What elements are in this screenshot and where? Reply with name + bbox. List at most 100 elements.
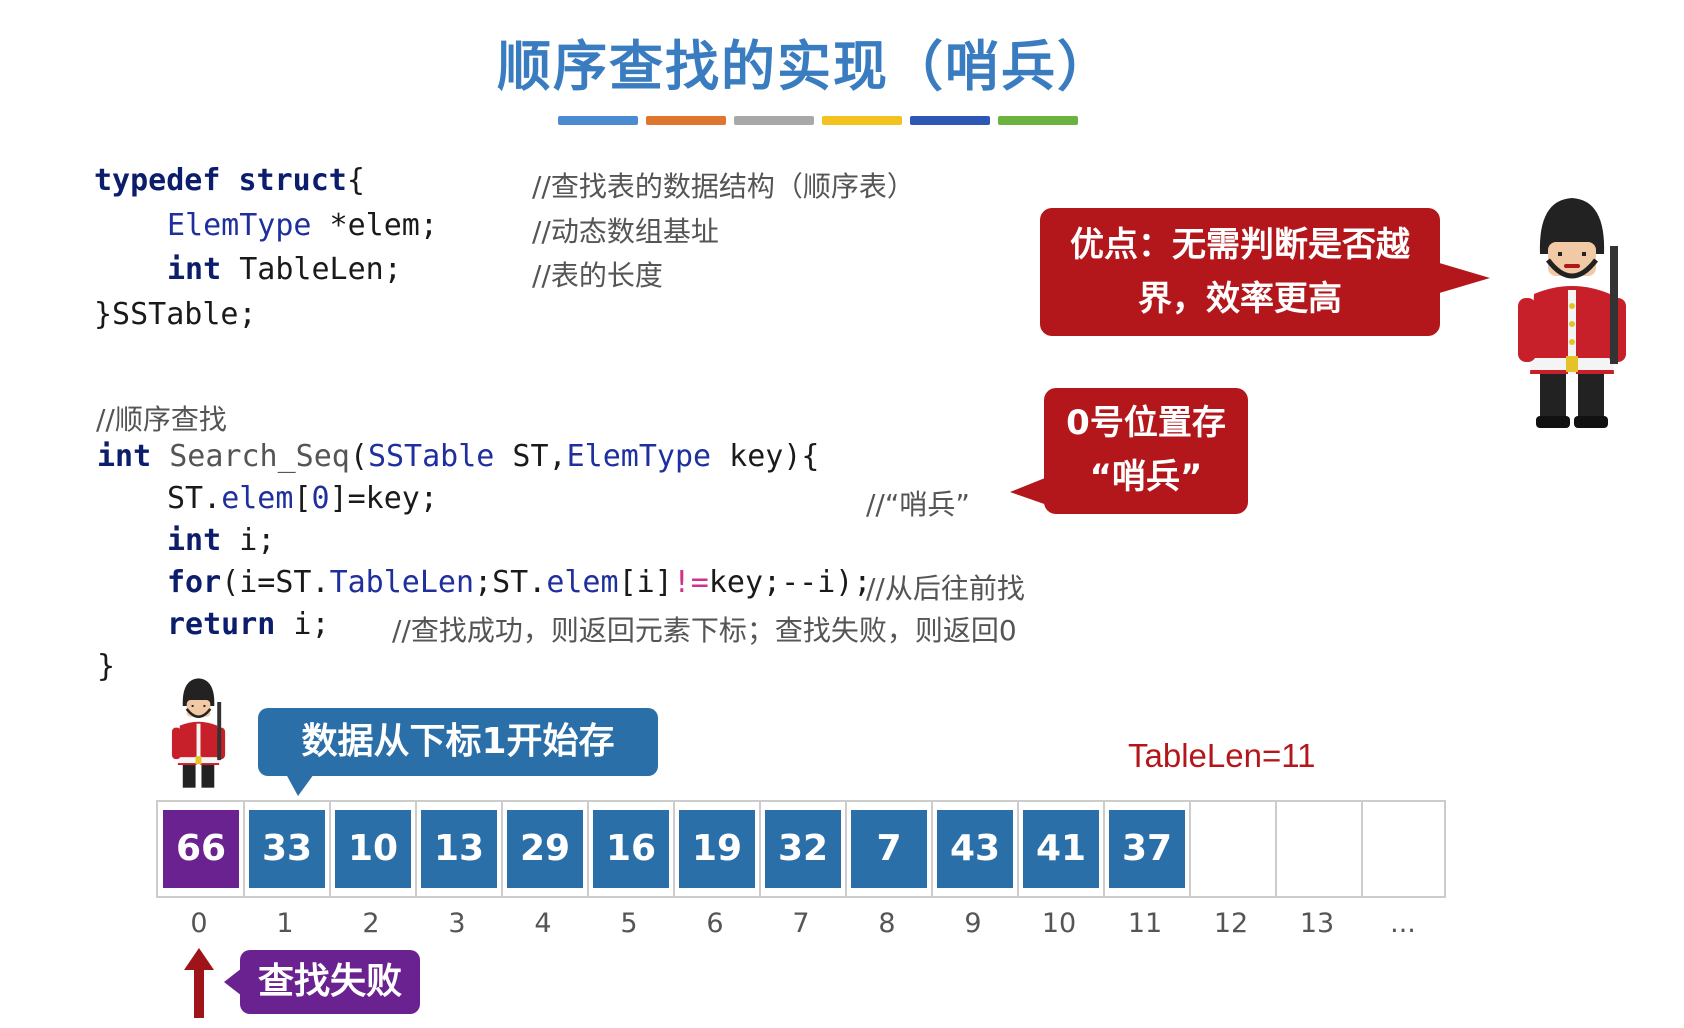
code-text: (: [349, 439, 368, 474]
array-index-label: 7: [792, 908, 810, 939]
array-slot-divider: [1275, 802, 1277, 896]
code-comment: //表的长度: [532, 259, 663, 292]
code-line-struct-open: typedef struct{: [94, 166, 365, 196]
royal-guard-icon: [171, 678, 226, 788]
code-text: [i]: [618, 565, 673, 600]
array-cell: 37: [1109, 810, 1185, 888]
data-start-callout: 数据从下标1开始存: [258, 708, 658, 776]
callout-text: 界，效率更高: [1138, 279, 1342, 319]
code-text: key;--i);: [708, 565, 890, 600]
title-accent-bar: [558, 116, 1078, 125]
keyword: return: [167, 607, 276, 642]
code-text: i;: [221, 523, 276, 558]
array-cell-sentinel: 66: [163, 810, 239, 888]
code-comment: //动态数组基址: [532, 215, 719, 248]
array-cell: 16: [593, 810, 669, 888]
callout-pointer: [1010, 476, 1050, 506]
code-text: *elem;: [311, 208, 438, 243]
array-slot-divider: [1017, 802, 1019, 896]
callout-text: 0号位置存: [1066, 403, 1226, 443]
code-comment-header: //顺序查找: [96, 403, 227, 436]
callout-text: “哨兵”: [1089, 457, 1203, 497]
accent-segment: [822, 116, 902, 125]
array-slot-divider: [673, 802, 675, 896]
array-index-label: 2: [362, 908, 380, 939]
code-line-tablelen: int TableLen;: [167, 255, 402, 285]
keyword: typedef: [94, 163, 221, 198]
code-line-return: return i;: [167, 610, 330, 640]
array-index-label: 1: [276, 908, 294, 939]
callout-text: 优点：无需判断是否越: [1070, 225, 1410, 265]
array-slot-divider: [1361, 802, 1363, 896]
array-index-label: 13: [1299, 908, 1335, 939]
keyword: for: [167, 565, 222, 600]
code-comment: //查找成功，则返回元素下标；查找失败，则返回0: [392, 614, 1017, 647]
array-slot-divider: [1189, 802, 1191, 896]
callout-pointer: [286, 774, 314, 796]
code-line-closing: }: [97, 649, 116, 684]
array-cell: 32: [765, 810, 841, 888]
operator: !=: [672, 565, 709, 600]
code-text: (i=ST.: [221, 565, 330, 600]
array-cell: 13: [421, 810, 497, 888]
member-name: TableLen: [329, 565, 475, 600]
array-index-label: 0: [190, 908, 208, 939]
type-name: ElemType: [167, 208, 312, 243]
array-container: 66 33 10 13 29 16 19 32 7 43 41 37: [156, 800, 1446, 898]
keyword: int: [167, 252, 222, 287]
code-line-signature: int Search_Seq(SSTable ST,ElemType key){: [97, 442, 820, 472]
array-index-label: 9: [964, 908, 982, 939]
accent-segment: [910, 116, 990, 125]
code-text: ;ST.: [474, 565, 547, 600]
array-cell: 43: [937, 810, 1013, 888]
code-line-struct-close: }SSTable;: [94, 297, 257, 332]
accent-segment: [558, 116, 638, 125]
keyword: int: [167, 523, 222, 558]
code-line-sentinel: ST.elem[0]=key;: [167, 484, 438, 514]
array-slot-divider: [759, 802, 761, 896]
array-slot-divider: [243, 802, 245, 896]
up-arrow-icon: [184, 948, 214, 1018]
code-comment: //查找表的数据结构（顺序表）: [532, 170, 915, 203]
array-index-label: 4: [534, 908, 552, 939]
member-name: elem: [221, 481, 294, 516]
code-text: ST.: [167, 481, 222, 516]
code-line-decl-i: int i;: [167, 526, 275, 556]
array-index-label: 3: [448, 908, 466, 939]
type-name: ElemType: [566, 439, 712, 474]
code-text: [: [293, 481, 312, 516]
array-slot-divider: [329, 802, 331, 896]
array-slot-divider: [587, 802, 589, 896]
accent-segment: [646, 116, 726, 125]
array-slot-divider: [501, 802, 503, 896]
keyword: int: [97, 439, 152, 474]
array-cell: 29: [507, 810, 583, 888]
array-index-label: 6: [706, 908, 724, 939]
array-index-label: 11: [1127, 908, 1163, 939]
tablelen-label: TableLen=11: [1128, 737, 1316, 774]
search-fail-callout: 查找失败: [240, 950, 420, 1014]
array-cell: 19: [679, 810, 755, 888]
function-name: Search_Seq: [169, 439, 350, 474]
number-literal: 0: [311, 481, 330, 516]
array-index-label: 5: [620, 908, 638, 939]
code-text: key){: [711, 439, 820, 474]
code-line-elem: ElemType *elem;: [167, 211, 438, 241]
array-cell: 7: [851, 810, 927, 888]
code-text: ]=key;: [329, 481, 438, 516]
array-slot-divider: [931, 802, 933, 896]
royal-guard-icon: [1518, 198, 1626, 428]
array-cell: 33: [249, 810, 325, 888]
array-slot-divider: [845, 802, 847, 896]
code-comment: //从后往前找: [866, 572, 1025, 605]
array-cell: 41: [1023, 810, 1099, 888]
accent-segment: [998, 116, 1078, 125]
array-cell: 10: [335, 810, 411, 888]
advantage-callout: 优点：无需判断是否越 界，效率更高: [1040, 208, 1440, 336]
page-title: 顺序查找的实现（哨兵）: [497, 35, 1113, 98]
code-line-for: for(i=ST.TableLen;ST.elem[i]!=key;--i);: [167, 568, 890, 598]
member-name: elem: [546, 565, 619, 600]
code-text: TableLen;: [221, 252, 402, 287]
array-slot-divider: [415, 802, 417, 896]
keyword: struct: [238, 163, 347, 198]
